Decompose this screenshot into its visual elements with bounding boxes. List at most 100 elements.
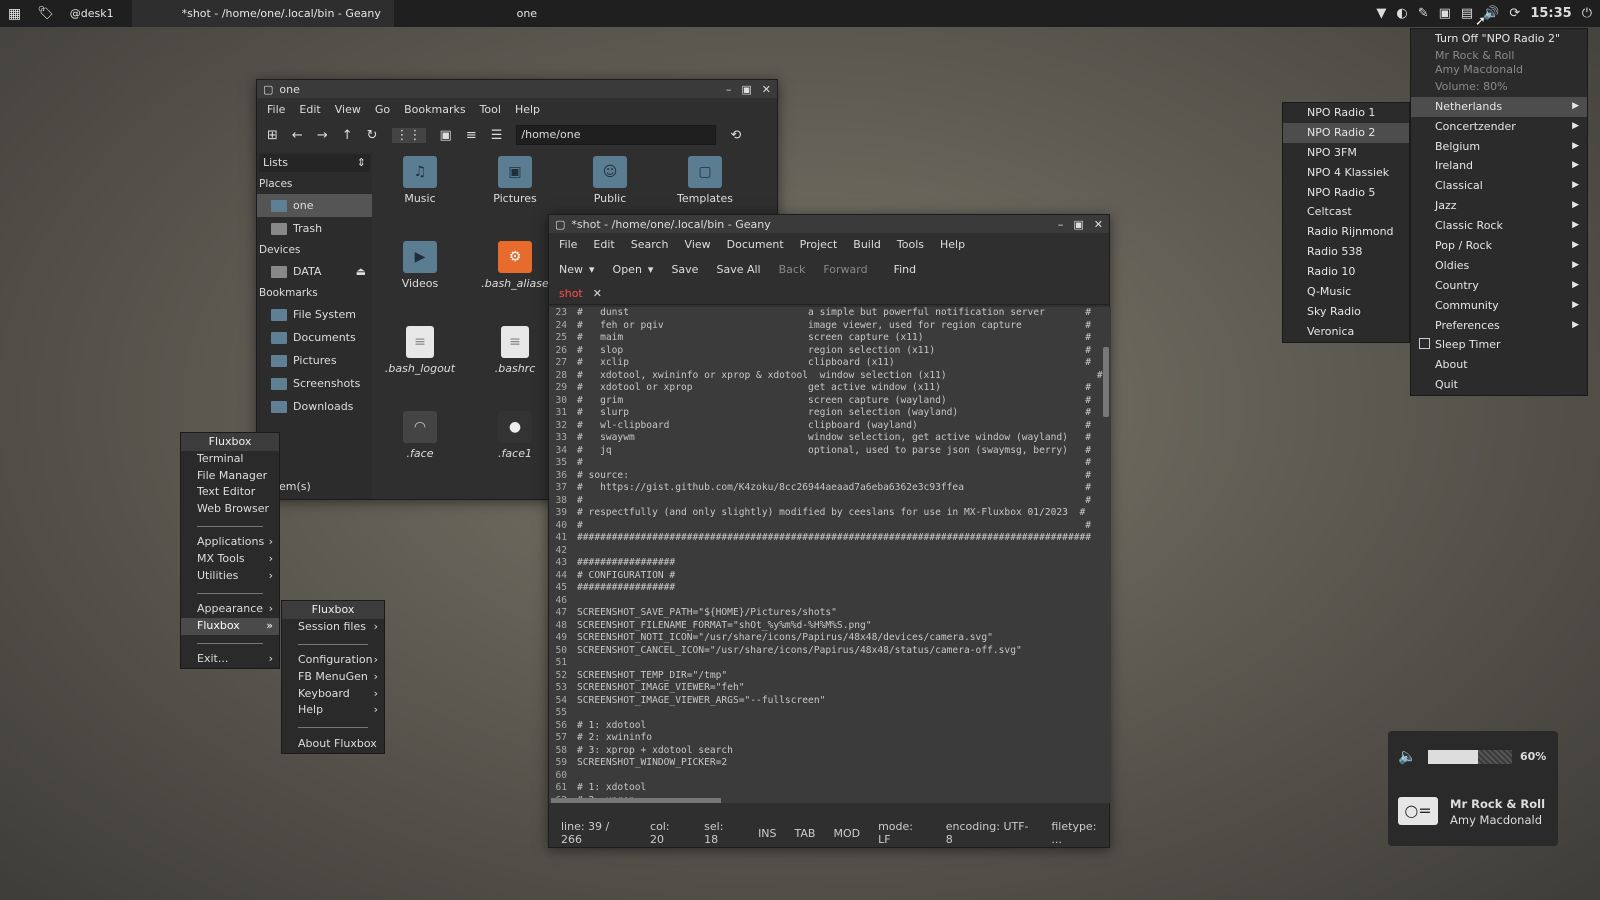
device-data[interactable]: DATA ⏏ <box>257 260 372 283</box>
list-view-icon[interactable]: ☰ <box>491 128 503 143</box>
folder-videos[interactable]: ▶ Videos <box>377 241 463 290</box>
folder-music[interactable]: ♫ Music <box>377 156 463 205</box>
clock[interactable]: 15:35 <box>1530 6 1571 21</box>
group-community[interactable]: Community ▶ <box>1411 296 1587 316</box>
bookmark-downloads[interactable]: Downloads <box>257 395 372 418</box>
menu-text-editor[interactable]: Text Editor <box>181 484 279 501</box>
screenshot-icon[interactable]: ▤ <box>1461 6 1473 21</box>
menu-session-files[interactable]: Session files › <box>282 619 384 636</box>
menu-help[interactable]: Help <box>515 103 540 116</box>
new-button[interactable]: New <box>559 263 583 276</box>
station-npo-4-klassiek[interactable]: NPO 4 Klassiek <box>1283 163 1409 183</box>
workspace-name[interactable]: @desk1 <box>62 0 122 27</box>
menu-build[interactable]: Build <box>853 238 881 251</box>
horizontal-scrollbar[interactable] <box>551 798 721 803</box>
group-concertzender[interactable]: Concertzender ▶ <box>1411 117 1587 137</box>
file-face[interactable]: ◠ .face <box>377 411 463 460</box>
place-home[interactable]: one <box>257 194 372 217</box>
menu-appearance[interactable]: Appearance › <box>181 601 279 618</box>
menu-terminal[interactable]: Terminal <box>181 451 279 468</box>
checkbox-icon[interactable] <box>1419 338 1430 350</box>
menu-file[interactable]: File <box>559 238 577 251</box>
vertical-scrollbar[interactable] <box>1103 347 1109 417</box>
menu-file-manager[interactable]: File Manager <box>181 468 279 485</box>
menu-edit[interactable]: Edit <box>299 103 320 116</box>
path-input[interactable]: /home/one <box>516 125 717 145</box>
save-button[interactable]: Save <box>671 263 698 276</box>
tag-icon[interactable]: 🏷 <box>29 0 62 27</box>
station-npo-radio-5[interactable]: NPO Radio 5 <box>1283 183 1409 203</box>
menu-help[interactable]: Help › <box>282 702 384 719</box>
group-pop-rock[interactable]: Pop / Rock ▶ <box>1411 236 1587 256</box>
menu-file[interactable]: File <box>267 103 285 116</box>
menu-project[interactable]: Project <box>800 238 838 251</box>
group-classical[interactable]: Classical ▶ <box>1411 176 1587 196</box>
paperclip-icon[interactable]: ✎ <box>1418 6 1429 21</box>
moon-icon[interactable]: ◐ <box>1396 6 1407 21</box>
compact-view-icon[interactable]: ≡ <box>466 128 477 143</box>
group-ireland[interactable]: Ireland ▶ <box>1411 156 1587 176</box>
eject-icon[interactable]: ⏏ <box>356 265 366 278</box>
open-dropdown-icon[interactable]: ▾ <box>648 263 654 276</box>
forward-icon[interactable]: → <box>317 128 328 143</box>
menu-fb-menugen[interactable]: FB MenuGen › <box>282 669 384 686</box>
menu-search[interactable]: Search <box>631 238 669 251</box>
station-radio-538[interactable]: Radio 538 <box>1283 242 1409 262</box>
folder-public[interactable]: ☺ Public <box>567 156 653 205</box>
menu-go[interactable]: Go <box>375 103 390 116</box>
radio-icon[interactable]: ▣ <box>1439 6 1451 21</box>
station-celtcast[interactable]: Celtcast <box>1283 202 1409 222</box>
group-belgium[interactable]: Belgium ▶ <box>1411 137 1587 157</box>
geany-titlebar[interactable]: ▢ *shot - /home/one/.local/bin - Geany –… <box>549 215 1109 233</box>
side-pane-select[interactable]: Lists ⇕ <box>259 154 370 172</box>
place-trash[interactable]: Trash <box>257 217 372 240</box>
power-icon[interactable]: ⏻ <box>1582 6 1592 21</box>
task-geany[interactable]: *shot - /home/one/.local/bin - Geany <box>131 0 394 27</box>
folder-templates[interactable]: ▢ Templates <box>662 156 748 205</box>
code-editor[interactable]: 23 # dunst a simple but powerful notifica… <box>549 307 1111 803</box>
menu-keyboard[interactable]: Keyboard › <box>282 686 384 703</box>
menu-mx-tools[interactable]: MX Tools › <box>181 551 279 568</box>
volume-bar[interactable] <box>1428 750 1512 764</box>
fm-titlebar[interactable]: ▢ one – ▣ ✕ <box>257 80 777 98</box>
new-dropdown-icon[interactable]: ▾ <box>589 263 595 276</box>
station-veronica[interactable]: Veronica <box>1283 322 1409 342</box>
group-classic-rock[interactable]: Classic Rock ▶ <box>1411 216 1587 236</box>
maximize-icon[interactable]: ▣ <box>1073 218 1083 231</box>
menu-bookmarks[interactable]: Bookmarks <box>404 103 465 116</box>
station-radio-10[interactable]: Radio 10 <box>1283 262 1409 282</box>
station-npo-3fm[interactable]: NPO 3FM <box>1283 143 1409 163</box>
thumbnail-view-icon[interactable]: ▣ <box>440 128 452 143</box>
about[interactable]: About <box>1411 355 1587 375</box>
close-icon[interactable]: ✕ <box>1094 218 1103 231</box>
tab-shot[interactable]: shot ✕ <box>559 287 602 300</box>
forward-button[interactable]: Forward <box>823 263 867 276</box>
file-face1[interactable]: ● .face1 <box>472 411 558 460</box>
station-q-music[interactable]: Q-Music <box>1283 282 1409 302</box>
menu-view[interactable]: View <box>335 103 361 116</box>
menu-configuration[interactable]: Configuration › <box>282 652 384 669</box>
bookmark-screenshots[interactable]: Screenshots <box>257 372 372 395</box>
maximize-icon[interactable]: ▣ <box>741 83 751 96</box>
menu-fluxbox[interactable]: Fluxbox » <box>181 617 279 635</box>
sleep-timer[interactable]: Sleep Timer <box>1411 335 1587 355</box>
wifi-icon[interactable]: ▼ <box>1376 6 1386 21</box>
station-npo-radio-1[interactable]: NPO Radio 1 <box>1283 103 1409 123</box>
save-all-button[interactable]: Save All <box>716 263 760 276</box>
station-npo-radio-2[interactable]: NPO Radio 2 <box>1283 122 1409 143</box>
new-tab-icon[interactable]: ⊞ <box>267 128 278 143</box>
menu-help[interactable]: Help <box>940 238 965 251</box>
reload-icon[interactable]: ↻ <box>367 128 378 143</box>
menu-document[interactable]: Document <box>727 238 784 251</box>
group-country[interactable]: Country ▶ <box>1411 276 1587 296</box>
go-icon[interactable]: ⟲ <box>730 128 741 143</box>
minimize-icon[interactable]: – <box>1058 218 1064 231</box>
station-sky-radio[interactable]: Sky Radio <box>1283 302 1409 322</box>
group-netherlands[interactable]: Netherlands ▶ <box>1411 96 1587 117</box>
menu-tools[interactable]: Tools <box>897 238 924 251</box>
find-button[interactable]: Find <box>894 263 917 276</box>
folder-pictures[interactable]: ▣ Pictures <box>472 156 558 205</box>
back-icon[interactable]: ← <box>292 128 303 143</box>
open-button[interactable]: Open <box>613 263 642 276</box>
task-file-manager[interactable]: one <box>509 0 545 27</box>
